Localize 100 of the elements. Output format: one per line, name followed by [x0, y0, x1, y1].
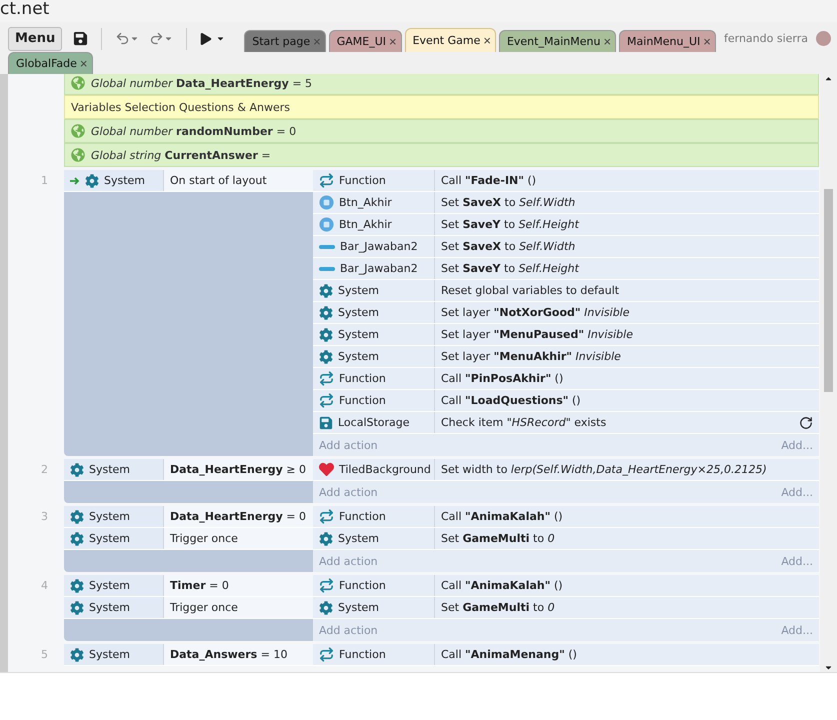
action-text: Call "AnimaKalah" ()	[441, 510, 563, 523]
document-tab[interactable]: GAME_UI ×	[328, 30, 402, 52]
undo-icon	[115, 31, 130, 46]
close-button[interactable]: ×	[80, 57, 88, 70]
scrollbar[interactable]	[820, 74, 837, 672]
action-text: Set SaveX to Self.Width	[441, 240, 576, 253]
heart-icon	[319, 462, 334, 477]
bar-icon	[319, 266, 335, 270]
object-name: Btn_Akhir	[339, 218, 392, 231]
close-button[interactable]: ×	[483, 34, 491, 47]
gear-icon	[70, 510, 84, 524]
object-name: Function	[339, 174, 386, 187]
object-name: Function	[339, 394, 386, 407]
event-block[interactable]	[64, 170, 819, 456]
event-block[interactable]: System Data_HeartEnergy = 0 System Trigger once Function Call "AnimaKalah" () System Set GameMulti to 0 Add action Add...	[64, 506, 819, 572]
window-title: ct.net	[0, 0, 50, 18]
event-number: 5	[40, 647, 49, 663]
variable-text: Global number randomNumber = 0	[91, 124, 296, 138]
document-tab[interactable]: MainMenu_UI ×	[619, 30, 716, 52]
condition-text: Data_HeartEnergy ≥ 0	[170, 463, 306, 476]
action-text: Set width to lerp(Self.Width,Data_HeartEnergy×25,0.2125)	[441, 463, 767, 476]
object-name: Function	[339, 648, 386, 661]
gear-icon	[319, 532, 333, 546]
gear-icon	[70, 462, 84, 476]
repeat-icon	[319, 578, 334, 593]
global-variable-row[interactable]: Global number Data_HeartEnergy = 5	[64, 74, 819, 95]
variable-text: Global string CurrentAnswer =	[91, 148, 271, 162]
sprite-icon	[319, 217, 334, 232]
variable-text: Global number Data_HeartEnergy = 5	[91, 76, 312, 90]
event-number: 3	[40, 509, 49, 525]
event-number: 4	[40, 578, 49, 594]
repeat-icon	[319, 647, 334, 662]
user-name: fernando sierra	[724, 32, 808, 45]
gear-icon	[319, 350, 333, 364]
object-name: Function	[339, 372, 386, 385]
repeat-icon	[319, 173, 334, 188]
action-text: Reset global variables to default	[441, 284, 620, 297]
document-tab[interactable]: GlobalFade ×	[8, 52, 92, 74]
object-name: Btn_Akhir	[339, 196, 392, 209]
document-tab[interactable]: Event_MainMenu ×	[498, 30, 616, 52]
globe-icon	[71, 76, 85, 90]
repeat-icon	[319, 509, 334, 524]
object-name: Function	[339, 510, 386, 523]
document-tab[interactable]: Start page ×	[244, 30, 326, 52]
close-button[interactable]: ×	[603, 35, 612, 48]
condition-text: On start of layout	[170, 174, 267, 187]
object-name: System	[338, 284, 380, 297]
object-name: System	[89, 648, 130, 661]
object-name: Bar_Jawaban2	[340, 240, 418, 253]
action-text: Call "LoadQuestions" ()	[441, 394, 581, 407]
gear-icon	[70, 578, 84, 592]
event-block[interactable]: System Data_HeartEnergy ≥ 0 TiledBackground Set width to lerp(Self.Width,Data_HeartEnergy×25,0.2125) Add action Add...	[64, 459, 819, 503]
action-text: Set GameMulti to 0	[441, 532, 555, 545]
gear-icon	[70, 648, 84, 662]
event-block[interactable]: System Data_Answers = 10 Function Call "AnimaMenang" ()	[64, 644, 819, 666]
action-text: Call "PinPosAkhir" ()	[441, 372, 564, 385]
close-button[interactable]: ×	[703, 35, 711, 48]
object-name: Function	[339, 579, 386, 592]
condition-text: Trigger once	[170, 532, 238, 545]
action-text: Call "Fade-IN" ()	[441, 174, 536, 187]
gear-icon	[319, 328, 333, 342]
condition-text: Data_HeartEnergy = 0	[170, 510, 306, 523]
action-text: Set layer "MenuAkhir" Invisible	[441, 350, 621, 363]
condition-text: Timer = 0	[170, 579, 229, 592]
close-button[interactable]: ×	[389, 35, 397, 48]
object-name: System	[338, 306, 380, 319]
action-text: Call "AnimaKalah" ()	[441, 579, 563, 592]
object-name: Bar_Jawaban2	[340, 262, 418, 275]
document-tab[interactable]: Event Game ×	[404, 28, 496, 52]
gear-icon	[319, 306, 333, 320]
action-text: Call "AnimaMenang" ()	[441, 648, 577, 661]
object-name: System	[89, 510, 130, 523]
object-name: System	[338, 328, 380, 341]
scrollbar-thumb[interactable]	[824, 189, 833, 392]
comment-text: Variables Selection Questions & Anwers	[71, 100, 290, 114]
bar-icon	[319, 244, 335, 248]
action-text: Set SaveY to Self.Height	[441, 218, 579, 231]
play-icon	[200, 32, 212, 44]
repeat-icon	[319, 393, 334, 408]
gear-icon	[319, 600, 333, 614]
comment-row[interactable]: Variables Selection Questions & Anwers	[64, 95, 819, 119]
global-variable-row[interactable]: Global string CurrentAnswer =	[64, 143, 819, 167]
global-variable-row[interactable]: Global number randomNumber = 0	[64, 119, 819, 143]
menu-button[interactable]: Menu	[8, 26, 62, 50]
action-text: Set GameMulti to 0	[441, 601, 555, 614]
object-name: LocalStorage	[338, 416, 410, 429]
object-name: System	[338, 350, 380, 363]
action-text: Set layer "MenuPaused" Invisible	[441, 328, 633, 341]
sprite-icon	[319, 195, 334, 210]
object-name: System	[89, 463, 130, 476]
object-name: TiledBackground	[339, 463, 431, 476]
repeat-icon	[319, 371, 334, 386]
gear-icon	[319, 284, 333, 298]
save-icon	[73, 31, 88, 46]
object-name: System	[89, 601, 130, 614]
gear-icon	[85, 174, 99, 188]
gear-icon	[70, 532, 84, 546]
event-block[interactable]: System Timer = 0 System Trigger once Function Call "AnimaKalah" () System Set GameMulti to 0 Add action Add...	[64, 575, 819, 641]
action-text: Set layer "NotXorGood" Invisible	[441, 306, 630, 319]
object-name: System	[338, 532, 380, 545]
